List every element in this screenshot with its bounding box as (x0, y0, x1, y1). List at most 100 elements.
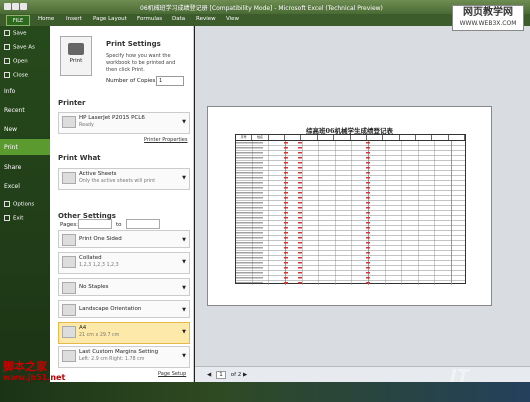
pages-to-input[interactable] (126, 219, 160, 229)
nav-open[interactable]: Open (4, 58, 28, 65)
undo-icon[interactable] (20, 3, 27, 10)
sheet-rows (236, 141, 465, 285)
save-as-icon (4, 44, 10, 50)
header-cell (301, 135, 318, 140)
print-settings-title: Print Settings (106, 40, 161, 48)
header-cell (318, 135, 335, 140)
tab-review[interactable]: Review (196, 16, 216, 22)
sheet-table: 序号 姓名 (235, 134, 466, 285)
exit-icon (4, 215, 10, 221)
tab-page-layout[interactable]: Page Layout (93, 16, 127, 22)
chevron-down-icon: ▼ (182, 353, 186, 359)
header-cell (351, 135, 367, 140)
next-page-icon[interactable]: ▶ (243, 372, 247, 378)
preview-page-navigator: ◀ 1 of 2 ▶ (195, 366, 530, 382)
watermark-text: 脚本之家 (3, 360, 47, 373)
margins-dropdown[interactable]: Last Custom Margins Setting Left: 2.9 cm… (58, 346, 190, 368)
collated-dropdown[interactable]: Collated 1,2,3 1,2,3 1,2,3 ▼ (58, 252, 190, 274)
tab-data[interactable]: Data (172, 16, 185, 22)
nav-close-label: Close (13, 72, 28, 79)
total-pages-label: of 2 (230, 372, 242, 378)
printer-dropdown[interactable]: HP LaserJet P2015 PCL6 Ready ▼ (58, 112, 190, 134)
print-what-dropdown[interactable]: Active Sheets Only the active sheets wil… (58, 168, 190, 190)
tab-home[interactable]: Home (38, 16, 54, 22)
landscape-icon (62, 304, 76, 316)
copies-input[interactable]: 1 (156, 76, 184, 86)
ribbon-tabs: FILE Home Insert Page Layout Formulas Da… (0, 14, 530, 26)
margins-description: Left: 2.9 cm Right: 1.78 cm (79, 357, 145, 362)
nav-close[interactable]: Close (4, 72, 28, 79)
chevron-down-icon: ▼ (182, 259, 186, 265)
sheet-red-score-column (284, 141, 288, 285)
quick-access-toolbar[interactable] (4, 3, 34, 11)
nav-recent[interactable]: Recent (4, 107, 25, 114)
print-button[interactable]: Print (60, 36, 92, 76)
tab-view[interactable]: View (226, 16, 239, 22)
sheets-icon (62, 172, 76, 184)
staple-icon (62, 282, 76, 294)
save-icon (4, 30, 10, 36)
copies-label: Number of Copies: (106, 78, 158, 84)
sided-dropdown[interactable]: Print One Sided ▼ (58, 230, 190, 248)
nav-exit[interactable]: Exit (4, 215, 23, 222)
print-settings-description: Specify how you want the workbook to be … (106, 53, 176, 73)
chevron-down-icon: ▼ (182, 329, 186, 335)
paper-size-dimensions: 21 cm x 29.7 cm (79, 333, 120, 338)
file-tab[interactable]: FILE (6, 15, 30, 26)
nav-options-label: Options (13, 201, 35, 208)
page-setup-link[interactable]: Page Setup (158, 371, 186, 377)
printer-properties-link[interactable]: Printer Properties (144, 137, 188, 143)
header-cell (449, 135, 466, 140)
one-sided-icon (62, 234, 76, 246)
nav-save-as[interactable]: Save As (4, 44, 35, 51)
paper-size-value: A4 (79, 325, 87, 331)
nav-exit-label: Exit (13, 215, 24, 222)
header-cell (416, 135, 433, 140)
save-icon[interactable] (12, 3, 19, 10)
prev-page-icon[interactable]: ◀ (207, 372, 211, 378)
staples-value: No Staples (79, 284, 109, 290)
print-settings-panel: Print Print Settings Specify how you wan… (50, 26, 194, 382)
page-pager: ◀ 1 of 2 ▶ (207, 371, 247, 379)
preview-page: 综高班06机械学生成绩登记表 序号 姓名 (207, 106, 492, 306)
backstage-nav: Save Save As Open Close Info Recent New … (0, 26, 50, 402)
paper-size-dropdown[interactable]: A4 21 cm x 29.7 cm ▼ (58, 322, 190, 344)
watermark-top-right: 网页教学网 WWW.WEB3X.COM (452, 5, 524, 31)
chevron-down-icon: ▼ (182, 119, 186, 125)
collated-description: 1,2,3 1,2,3 1,2,3 (79, 263, 119, 268)
other-settings-section-title: Other Settings (58, 212, 116, 220)
nav-share[interactable]: Share (4, 164, 21, 171)
nav-options[interactable]: Options (4, 201, 34, 208)
header-cell (432, 135, 449, 140)
printer-icon (68, 43, 84, 55)
nav-new[interactable]: New (4, 126, 17, 133)
header-cell (383, 135, 400, 140)
current-page-input[interactable]: 1 (215, 371, 226, 379)
orientation-value: Landscape Orientation (79, 306, 142, 312)
header-cell: 序号 (236, 135, 253, 140)
nav-save[interactable]: Save (4, 30, 27, 37)
tab-insert[interactable]: Insert (66, 16, 82, 22)
nav-excel[interactable]: Excel (4, 183, 20, 190)
tab-formulas[interactable]: Formulas (137, 16, 162, 22)
nav-save-label: Save (13, 30, 27, 37)
sheet-name-column (236, 141, 263, 285)
nav-print[interactable]: Print (4, 144, 18, 151)
sheet-red-score-column (298, 141, 302, 285)
printer-section-title: Printer (58, 99, 86, 107)
staples-dropdown[interactable]: No Staples ▼ (58, 278, 190, 296)
pages-to-label: to (116, 222, 122, 228)
close-file-icon (4, 72, 10, 78)
chevron-down-icon: ▼ (182, 307, 186, 313)
header-cell (285, 135, 302, 140)
orientation-dropdown[interactable]: Landscape Orientation ▼ (58, 300, 190, 318)
header-cell (367, 135, 384, 140)
nav-open-label: Open (13, 58, 28, 65)
chevron-down-icon: ▼ (182, 237, 186, 243)
pages-from-input[interactable] (78, 219, 112, 229)
folder-open-icon (4, 58, 10, 64)
printer-icon (62, 116, 76, 128)
paper-icon (62, 326, 76, 338)
window-title: 06机械班学习成绩登记册 [Compatibility Mode] - Micr… (140, 5, 383, 12)
nav-info[interactable]: Info (4, 88, 15, 95)
